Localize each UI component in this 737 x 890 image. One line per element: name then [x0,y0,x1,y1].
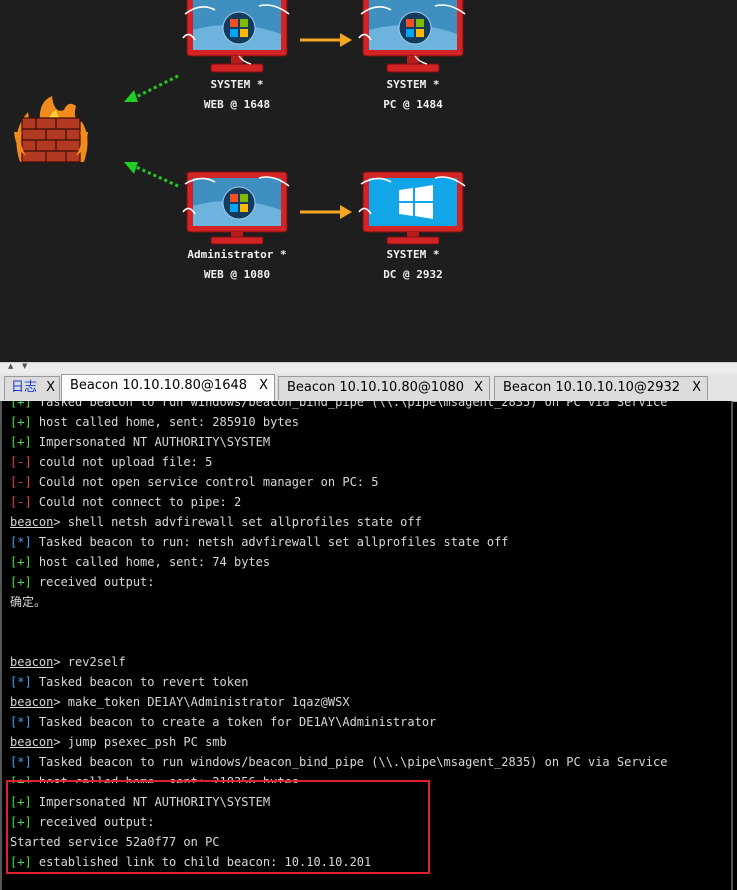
node-host-label: DC @ 2932 [383,268,443,281]
console-text: Tasked beacon to run: netsh advfirewall … [31,535,509,549]
console-text: Tasked beacon to run windows/beacon_bind… [31,755,668,769]
windows-7-monitor-icon [357,0,469,75]
console-text: Tasked beacon to create a token for DE1A… [31,715,437,729]
pivot-graph[interactable]: SYSTEM * WEB @ 1648 SYSTEM * PC @ 1484 A… [0,0,737,362]
console-text: Could not connect to pipe: 2 [31,495,242,509]
console-line: [-] could not upload file: 5 [10,452,212,472]
console-status-tag: [+] [10,435,32,449]
beacon-node-pc-1484[interactable]: SYSTEM * PC @ 1484 [348,0,478,115]
close-icon[interactable]: X [46,377,55,399]
console-text: Tasked beacon to revert token [31,675,249,689]
console-line: [*] Tasked beacon to run windows/beacon_… [10,752,667,772]
highlight-box [6,780,430,874]
beacon-node-web-1648[interactable]: SYSTEM * WEB @ 1648 [172,0,302,115]
console-text: > shell netsh advfirewall set allprofile… [53,515,422,529]
node-host-label: WEB @ 1648 [203,98,271,111]
console-prompt: beacon [10,515,54,529]
console-line: [+] host called home, sent: 285910 bytes [10,412,299,432]
tab-bar: 日志 X Beacon 10.10.10.80@1648 X Beacon 10… [0,374,737,402]
link-arrow-web1080-to-dc2932 [300,205,352,219]
console-text: Could not open service control manager o… [31,475,379,489]
console-prompt: beacon [10,695,54,709]
console-line: [+] Impersonated NT AUTHORITY\SYSTEM [10,432,270,452]
console-line: beacon> make_token DE1AY\Administrator 1… [10,692,350,712]
console-status-tag: [-] [10,455,32,469]
console-status-tag: [*] [10,675,32,689]
console-text: host called home, sent: 285910 bytes [31,415,299,429]
close-icon[interactable]: X [692,377,701,399]
tab-label: Beacon 10.10.10.10@2932 [503,380,681,395]
console-text: host called home, sent: 74 bytes [31,555,271,569]
console-line: beacon> shell netsh advfirewall set allp… [10,512,422,532]
close-icon[interactable]: X [474,377,483,399]
console-text: > jump psexec_psh PC smb [53,735,227,749]
link-arrow-web1648-to-pc1484 [300,33,352,47]
windows-7-monitor-icon [181,0,293,75]
console-text: > make_token DE1AY\Administrator 1qaz@WS… [53,695,350,709]
console-prompt: beacon [10,735,54,749]
firewall-icon [14,96,88,163]
node-user-label: SYSTEM * [386,78,440,91]
console-status-tag: [-] [10,475,32,489]
node-host-label: WEB @ 1080 [203,268,271,281]
beacon-node-web-1080[interactable]: Administrator * WEB @ 1080 [172,170,302,285]
console-status-tag: [+] [10,415,32,429]
console-line: [+] received output: [10,572,155,592]
console-status-tag: [*] [10,715,32,729]
console-text: could not upload file: 5 [31,455,213,469]
collapse-down-icon[interactable]: ▼ [22,362,27,370]
console-text: Impersonated NT AUTHORITY\SYSTEM [31,435,271,449]
console-line: [-] Could not connect to pipe: 2 [10,492,241,512]
console-status-tag: [*] [10,755,32,769]
tab-event-log[interactable]: 日志 X [4,376,60,400]
console-prompt: beacon [10,655,54,669]
windows-10-monitor-icon [357,170,469,245]
console-line: [*] Tasked beacon to run: netsh advfirew… [10,532,509,552]
tab-label: Beacon 10.10.10.80@1080 [287,380,465,395]
console-line: beacon> rev2self [10,652,126,672]
beacon-node-dc-2932[interactable]: SYSTEM * DC @ 2932 [348,170,478,285]
console-line: beacon> jump psexec_psh PC smb [10,732,227,752]
console-text: Tasked beacon to run windows/beacon_bind… [31,401,668,409]
tab-beacon-1648[interactable]: Beacon 10.10.10.80@1648 X [61,374,275,401]
node-user-label: SYSTEM * [210,78,264,91]
console-line: [*] Tasked beacon to create a token for … [10,712,436,732]
console-line: [-] Could not open service control manag… [10,472,378,492]
node-user-label: SYSTEM * [386,248,440,261]
console-status-tag: [+] [10,555,32,569]
close-icon[interactable]: X [259,375,268,397]
tab-beacon-1080[interactable]: Beacon 10.10.10.80@1080 X [278,376,490,400]
beacon-console[interactable]: [+] Tasked beacon to run windows/beacon_… [0,401,733,890]
console-status-tag: [*] [10,535,32,549]
tab-label: Beacon 10.10.10.80@1648 [70,378,248,393]
console-status-tag: [+] [10,575,32,589]
console-text: received output: [31,575,155,589]
tab-beacon-2932[interactable]: Beacon 10.10.10.10@2932 X [494,376,708,400]
windows-7-monitor-icon [181,170,293,245]
console-line: 确定。 [10,592,46,612]
node-user-label: Administrator * [187,248,287,261]
console-line: [+] Tasked beacon to run windows/beacon_… [10,401,667,412]
node-host-label: PC @ 1484 [383,98,443,111]
console-status-tag: [+] [10,401,32,409]
collapse-up-icon[interactable]: ▲ [8,362,13,370]
console-line: [*] Tasked beacon to revert token [10,672,248,692]
console-status-tag: [-] [10,495,32,509]
console-line: [+] host called home, sent: 74 bytes [10,552,270,572]
console-text: > rev2self [53,655,126,669]
tab-label: 日志 [11,380,38,395]
console-text: 确定。 [10,595,47,609]
